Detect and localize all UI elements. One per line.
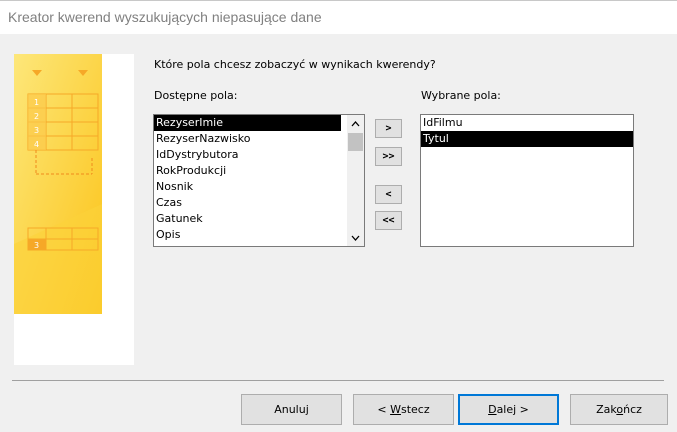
illustration-row-1: 1	[34, 98, 39, 107]
next-label-accelerator: D	[488, 403, 497, 416]
available-field-item[interactable]: Nosnik	[154, 179, 364, 195]
available-field-item[interactable]: Gatunek	[154, 211, 364, 227]
cancel-button[interactable]: Anuluj	[241, 394, 342, 425]
available-field-item[interactable]: RezyserImie	[154, 115, 341, 131]
scroll-thumb[interactable]	[348, 133, 363, 151]
illustration-result-row: 3	[34, 241, 39, 250]
window-title: Kreator kwerend wyszukujących niepasując…	[8, 9, 322, 25]
next-button-label: Dalej >	[488, 403, 529, 416]
next-label-rest: alej >	[496, 403, 529, 416]
selected-field-item[interactable]: IdFilmu	[421, 115, 633, 131]
illustration-row-3: 3	[34, 126, 39, 135]
available-field-item[interactable]: RokProdukcji	[154, 163, 364, 179]
available-field-item[interactable]: Opis	[154, 227, 364, 243]
add-all-fields-button[interactable]: >>	[375, 147, 402, 166]
available-list-scrollbar[interactable]	[347, 115, 364, 246]
cancel-button-label: Anuluj	[274, 403, 309, 416]
available-field-item[interactable]: IdDystrybutora	[154, 147, 364, 163]
selected-fields-label: Wybrane pola:	[421, 89, 501, 102]
finish-button-label: Zakończ	[596, 403, 642, 416]
chevron-up-icon[interactable]	[347, 115, 364, 132]
back-label-rest: stecz	[400, 403, 430, 416]
available-fields-list[interactable]: RezyserImie RezyserNazwisko IdDystrybuto…	[153, 114, 365, 247]
finish-label-rest: ńcz	[623, 403, 642, 416]
remove-all-fields-button[interactable]: <<	[375, 211, 402, 230]
selected-field-item[interactable]: Tytul	[421, 131, 633, 147]
illustration-row-4: 4	[34, 140, 39, 149]
add-one-field-button[interactable]: >	[375, 119, 402, 138]
remove-one-field-button[interactable]: <	[375, 185, 402, 204]
available-field-item[interactable]: Czas	[154, 195, 364, 211]
back-label-accelerator: W	[390, 403, 401, 416]
chevron-down-icon[interactable]	[347, 229, 364, 246]
next-button[interactable]: Dalej >	[458, 394, 559, 425]
back-button[interactable]: < Wstecz	[353, 394, 454, 425]
selected-fields-list[interactable]: IdFilmu Tytul	[420, 114, 634, 247]
footer-separator	[12, 380, 664, 381]
illustration-row-2: 2	[34, 112, 39, 121]
question-text: Które pola chcesz zobaczyć w wynikach kw…	[154, 58, 436, 71]
wizard-illustration: 1 2 3 4 3	[14, 54, 134, 365]
finish-button[interactable]: Zakończ	[570, 394, 668, 425]
table-illustration-graphic: 1 2 3 4 3	[14, 54, 102, 314]
available-field-item[interactable]: RezyserNazwisko	[154, 131, 364, 147]
title-bar: Kreator kwerend wyszukujących niepasując…	[0, 0, 677, 34]
available-fields-label: Dostępne pola:	[154, 89, 238, 102]
back-button-label: < Wstecz	[377, 403, 429, 416]
finish-label-prefix: Zak	[596, 403, 617, 416]
back-label-prefix: <	[377, 403, 391, 416]
